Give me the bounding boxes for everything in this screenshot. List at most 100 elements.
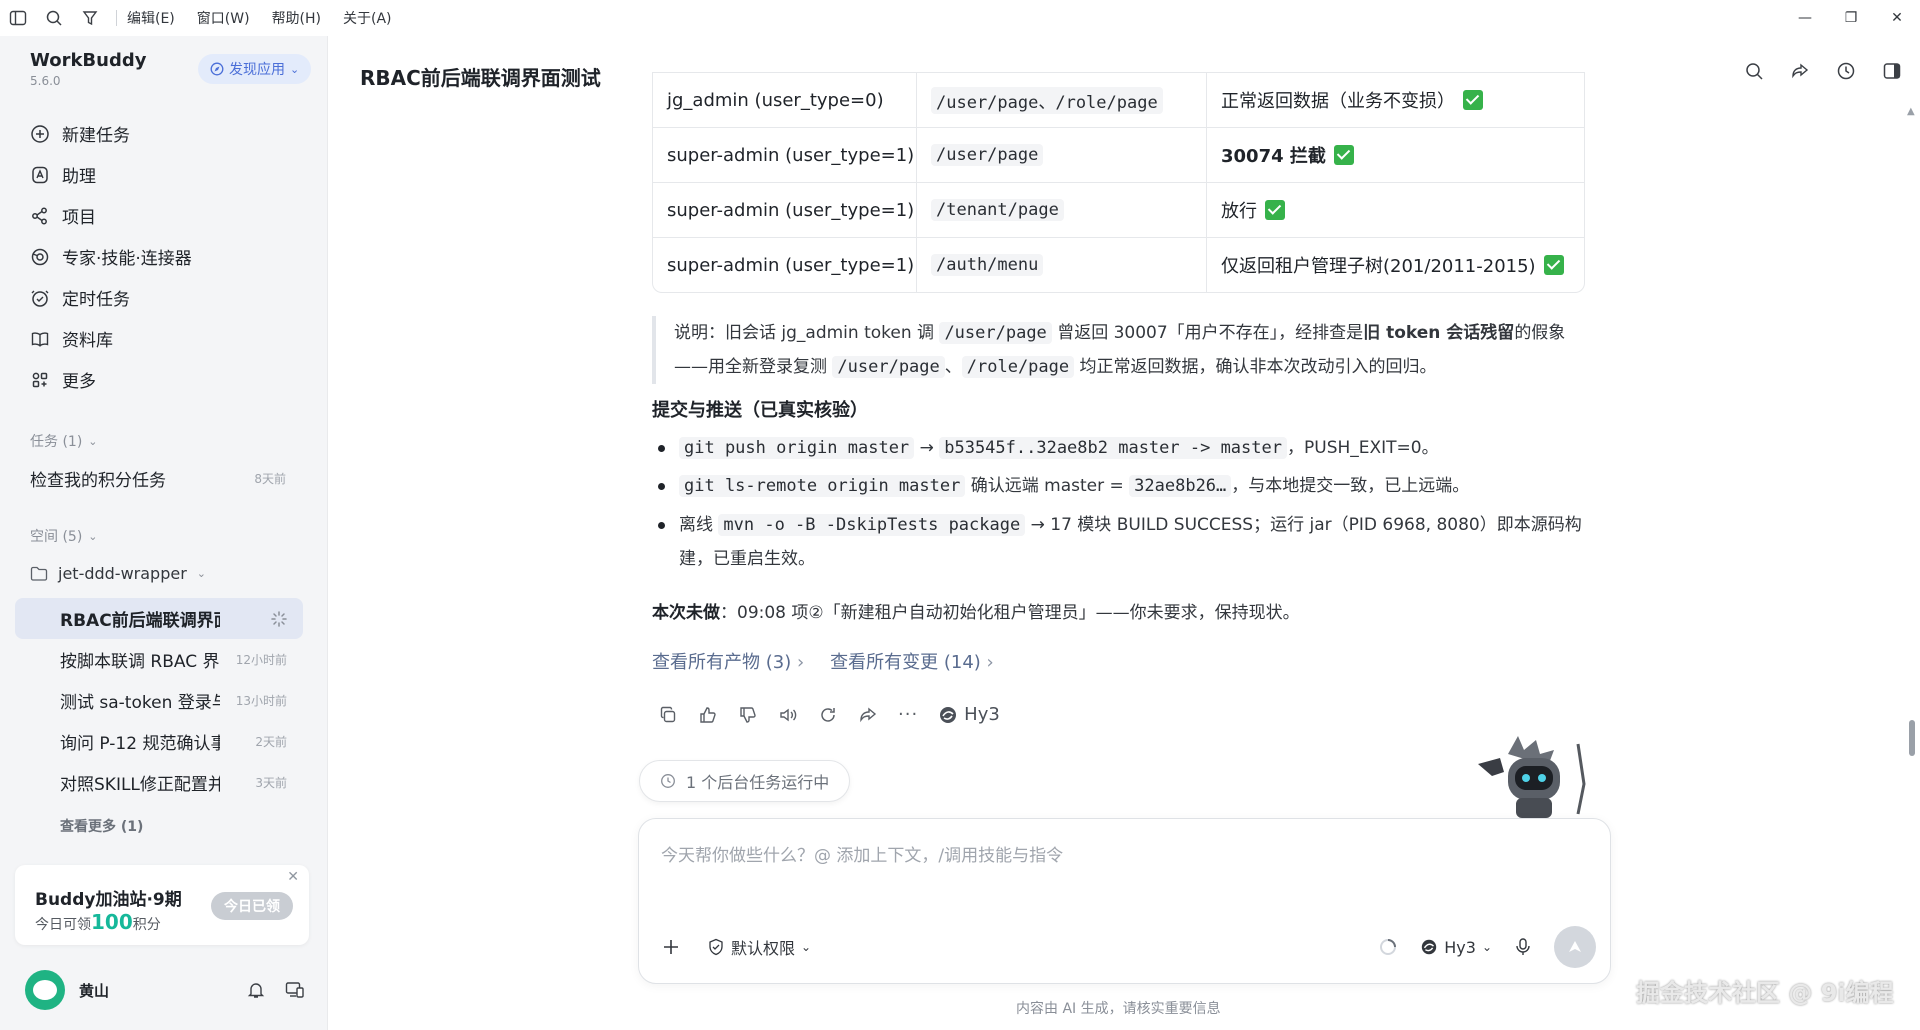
bullet-text: ，PUSH_EXIT=0。 (1287, 438, 1439, 458)
bullet-text: 确认远端 master = (970, 476, 1124, 496)
sidebar-item-assistant[interactable]: 助理 (20, 154, 310, 195)
thumbs-up-icon[interactable] (698, 705, 718, 725)
conversation-label: 对照SKILL修正配置并出 (60, 775, 220, 795)
filter-icon[interactable] (72, 0, 108, 36)
space-folder-label: jet-ddd-wrapper (58, 564, 187, 583)
model-logo-icon (1422, 939, 1437, 955)
minimize-button[interactable]: — (1782, 0, 1828, 36)
view-artifacts-link[interactable]: 查看所有产物 (3) (652, 648, 804, 674)
sidebar-item-projects[interactable]: 项目 (20, 195, 310, 236)
table-cell-result: 放行 (1207, 183, 1584, 237)
space-folder[interactable]: jet-ddd-wrapper ⌄ (30, 564, 206, 583)
search-icon[interactable] (36, 0, 72, 36)
book-icon (31, 331, 49, 347)
conversation-item[interactable]: 对照SKILL修正配置并出 3天前 (15, 762, 303, 803)
sidebar-nav: 新建任务 助理 项目 专家·技能·连接器 定时任务 资料库 更多 (20, 113, 310, 400)
app-version: 5.6.0 (30, 74, 61, 88)
composer-right-controls: Hy3 ⌄ (1378, 926, 1596, 968)
task-item[interactable]: 检查我的积分任务 8天前 (30, 466, 286, 491)
share-icon[interactable] (858, 705, 878, 725)
bullet-code: 32ae8b26… (1129, 475, 1232, 497)
scrollbar-thumb[interactable] (1909, 720, 1915, 756)
table-cell-path-code: /auth/menu (931, 254, 1044, 276)
task-item-time: 8天前 (254, 472, 286, 486)
composer-input[interactable]: 今天帮你做些什么？@ 添加上下文，/调用技能与指令 (661, 841, 1063, 866)
model-logo-icon (940, 706, 957, 723)
table-cell-path: /auth/menu (917, 238, 1207, 292)
clock-icon (661, 774, 675, 788)
see-more-link[interactable]: 查看更多 (1) (60, 816, 143, 836)
send-arrow-icon (1569, 941, 1581, 952)
thumbs-down-icon[interactable] (738, 705, 758, 725)
refresh-icon[interactable] (818, 705, 838, 725)
sidebar-item-scheduled[interactable]: 定时任务 (20, 277, 310, 318)
spaces-section-toggle[interactable]: 空间 (5) ⌄ (30, 526, 98, 546)
discover-apps-button[interactable]: 发现应用 ⌄ (198, 54, 312, 84)
chevron-down-icon: ⌄ (290, 62, 300, 76)
search-icon[interactable] (1744, 61, 1764, 81)
promo-claim-button[interactable]: 今日已领 (211, 892, 293, 920)
not-done-label: 本次未做 (652, 603, 720, 623)
bullet-code: git push origin master (679, 437, 915, 459)
scroll-up-icon[interactable]: ▲ (1907, 106, 1915, 117)
bullet-arrow: → (919, 438, 934, 458)
plus-icon[interactable] (661, 937, 681, 957)
conversation-item[interactable]: 按脚本联调 RBAC 界面 12小时前 (15, 639, 303, 680)
permission-selector[interactable]: 默认权限 ⌄ (707, 935, 811, 959)
conversation-item-active[interactable]: RBAC前后端联调界面测试 (15, 598, 303, 639)
sidebar-toggle-icon[interactable] (0, 0, 36, 36)
background-task-text: 1 个后台任务运行中 (686, 773, 830, 792)
close-button[interactable]: ✕ (1874, 0, 1920, 36)
panel-toggle-icon[interactable] (1882, 61, 1902, 81)
view-changes-link[interactable]: 查看所有变更 (14) (830, 648, 994, 674)
permission-label: 默认权限 (731, 939, 796, 958)
menu-window[interactable]: 窗口(W) (197, 8, 250, 28)
composer-toolbar: 默认权限 ⌄ Hy3 ⌄ (661, 925, 1596, 969)
app-name: WorkBuddy (30, 50, 147, 71)
menu-edit[interactable]: 编辑(E) (127, 8, 175, 28)
promo-points: 100 (91, 910, 133, 934)
spaces-section-title: 空间 (5) (30, 529, 83, 545)
model-selector[interactable]: Hy3 ⌄ (1420, 938, 1492, 957)
more-icon[interactable]: ··· (898, 704, 918, 725)
sidebar-item-library[interactable]: 资料库 (20, 318, 310, 359)
conversation-item[interactable]: 测试 sa-token 登录与 13小时前 (15, 680, 303, 721)
restore-button[interactable]: ❐ (1828, 0, 1874, 36)
table-row: super-admin (user_type=1) /tenant/page 放… (653, 182, 1584, 237)
note-text: 均正常返回数据，确认非本次改动引入的回归。 (1079, 357, 1437, 377)
bullet-code: mvn -o -B -DskipTests package (718, 514, 1026, 536)
background-task-pill[interactable]: 1 个后台任务运行中 (639, 760, 851, 802)
conversation-label: 测试 sa-token 登录与 (60, 693, 220, 713)
share-icon[interactable] (1790, 61, 1810, 81)
devices-icon[interactable] (285, 981, 305, 999)
sidebar-item-label: 专家·技能·连接器 (62, 249, 192, 269)
table-cell-result: 正常返回数据（业务不变损） (1207, 73, 1584, 127)
table-cell-path: /user/page (917, 128, 1207, 182)
bullet-code: git ls-remote origin master (679, 475, 966, 497)
close-icon[interactable]: ✕ (287, 869, 299, 885)
sidebar-item-experts[interactable]: 专家·技能·连接器 (20, 236, 310, 277)
copy-icon[interactable] (658, 705, 678, 725)
menu-about[interactable]: 关于(A) (343, 8, 392, 28)
tasks-section-toggle[interactable]: 任务 (1) ⌄ (30, 431, 98, 451)
speaker-icon[interactable] (778, 705, 798, 725)
sidebar-item-more[interactable]: 更多 (20, 359, 310, 400)
menu-help[interactable]: 帮助(H) (272, 8, 321, 28)
sidebar-item-new-task[interactable]: 新建任务 (20, 113, 310, 154)
table-row: super-admin (user_type=1) /auth/menu 仅返回… (653, 237, 1584, 292)
project-icon (32, 207, 47, 224)
history-icon[interactable] (1836, 61, 1856, 81)
table-cell-path: /user/page、/role/page (917, 73, 1207, 127)
avatar[interactable] (25, 970, 65, 1010)
compass-icon (210, 62, 224, 76)
chevron-down-icon: ⌄ (88, 434, 98, 448)
note-bold: 旧 token 会话残留 (1363, 323, 1515, 343)
bell-icon[interactable] (247, 981, 265, 999)
microphone-icon[interactable] (1514, 937, 1532, 957)
send-button[interactable] (1554, 926, 1596, 968)
note-code: /role/page (961, 356, 1075, 378)
note-separator: 、 (944, 357, 962, 377)
table-cell-path-code: /tenant/page (931, 199, 1064, 221)
list-item: 离线 mvn -o -B -DskipTests package → 17 模块… (652, 508, 1587, 576)
conversation-item[interactable]: 询问 P-12 规范确认事项 2天前 (15, 721, 303, 762)
